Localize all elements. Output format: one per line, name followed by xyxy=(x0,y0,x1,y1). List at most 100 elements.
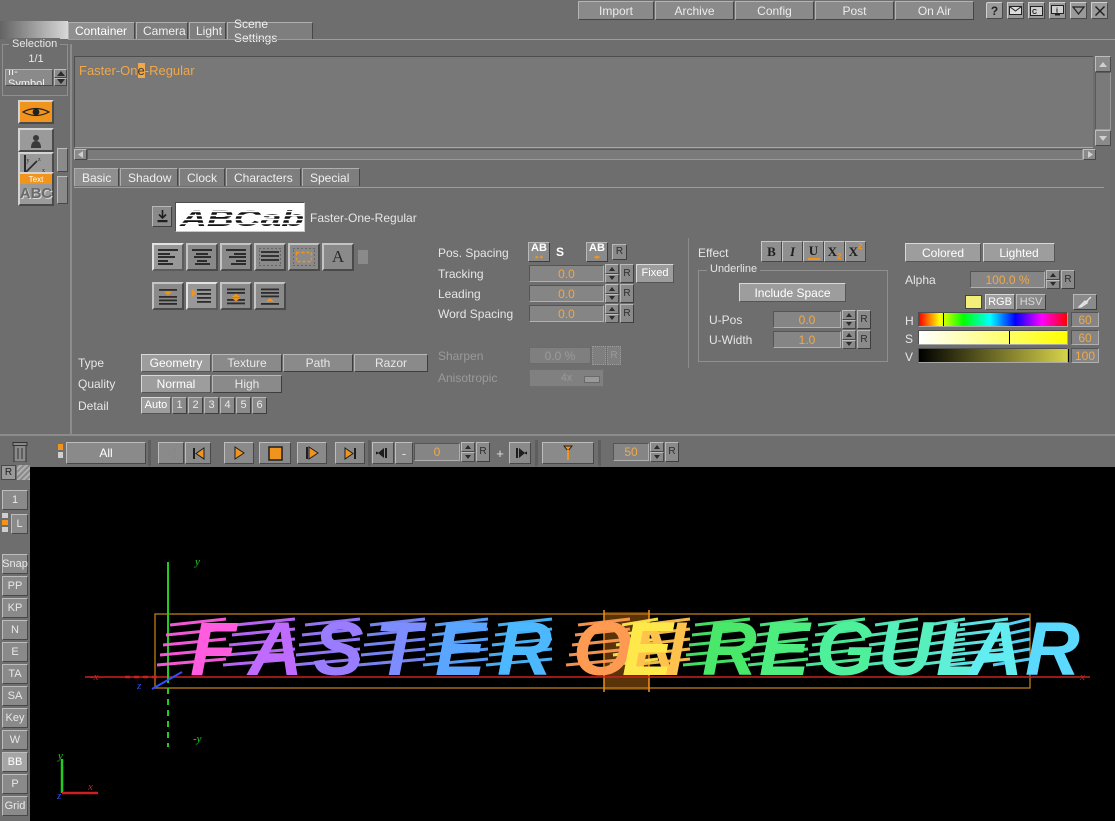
top-button-on-air[interactable]: On Air xyxy=(895,1,974,20)
length-field[interactable]: 50 xyxy=(613,443,649,461)
rail-button-pp[interactable]: PP xyxy=(2,576,28,596)
top-button-import[interactable]: Import xyxy=(578,1,654,20)
word-spacing-spinner-down[interactable] xyxy=(605,313,619,323)
frame-spinner[interactable] xyxy=(461,442,475,462)
frame-field[interactable]: 0 xyxy=(414,443,460,461)
play-icon[interactable] xyxy=(224,442,254,464)
stop-icon[interactable] xyxy=(259,442,291,464)
length-spinner[interactable] xyxy=(650,442,664,462)
leading-field[interactable]: 0.0 xyxy=(529,285,604,302)
top-button-post[interactable]: Post xyxy=(815,1,894,20)
frame-spinner-down[interactable] xyxy=(461,452,475,462)
u-width-spinner-up[interactable] xyxy=(842,330,856,340)
word-spacing-spinner-up[interactable] xyxy=(605,304,619,314)
value-value-field[interactable]: 100 xyxy=(1071,348,1099,363)
lighted-button[interactable]: Lighted xyxy=(983,243,1055,262)
word-spacing-reset-button[interactable]: R xyxy=(620,304,634,323)
tab-light[interactable]: Light xyxy=(189,22,226,39)
u-pos-spinner-down[interactable] xyxy=(842,319,856,329)
frame-minus-button[interactable]: - xyxy=(395,442,413,464)
effect-bold-button[interactable]: B xyxy=(761,241,782,262)
key-next-icon[interactable] xyxy=(509,442,531,464)
detail-2-button[interactable]: 2 xyxy=(188,397,203,414)
align-justify-button[interactable] xyxy=(254,243,286,271)
u-width-reset-button[interactable]: R xyxy=(857,330,871,349)
hsv-mode-button[interactable]: HSV xyxy=(1016,294,1046,310)
vertical-align-baseline-button[interactable] xyxy=(186,282,218,310)
rail-button-sa[interactable]: SA xyxy=(2,686,28,706)
u-width-spinner-down[interactable] xyxy=(842,339,856,349)
tab-scene-settings[interactable]: Scene Settings xyxy=(227,17,313,45)
rail-button-key[interactable]: Key xyxy=(2,708,28,728)
font-style-button[interactable]: A xyxy=(322,243,354,271)
selection-spinner-down[interactable] xyxy=(54,77,67,86)
align-left-button[interactable] xyxy=(152,243,184,271)
top-button-archive[interactable]: Archive xyxy=(655,1,734,20)
u-width-field[interactable]: 1.0 xyxy=(773,331,841,348)
pos-spacing-widen-button[interactable]: AB ◂▸ xyxy=(586,242,608,262)
rail-button-n[interactable]: N xyxy=(2,620,28,640)
subtab-special[interactable]: Special xyxy=(302,168,360,186)
detail-1-button[interactable]: 1 xyxy=(172,397,187,414)
step-back-icon[interactable] xyxy=(158,442,184,464)
rail-button-p[interactable]: P xyxy=(2,774,28,794)
scroll-up-button[interactable] xyxy=(1095,56,1111,72)
tracking-fixed-button[interactable]: Fixed xyxy=(636,264,674,283)
help-icon[interactable]: ? xyxy=(986,2,1003,19)
u-pos-spinner-up[interactable] xyxy=(842,310,856,320)
length-spinner-down[interactable] xyxy=(650,452,664,462)
length-reset-button[interactable]: R xyxy=(665,442,679,462)
rail-button-w[interactable]: W xyxy=(2,730,28,750)
rail-button-snap[interactable]: Snap xyxy=(2,554,28,574)
selection-combo[interactable]: II-Symbol xyxy=(5,69,53,86)
eyedropper-icon[interactable] xyxy=(1073,294,1097,310)
align-overflow-button[interactable] xyxy=(358,250,368,264)
saturation-slider[interactable] xyxy=(918,330,1068,345)
detail-4-button[interactable]: 4 xyxy=(220,397,235,414)
word-spacing-spinner[interactable] xyxy=(605,304,619,323)
word-spacing-field[interactable]: 0.0 xyxy=(529,305,604,322)
frame-reset-button[interactable]: R xyxy=(476,442,490,462)
frame-spinner-up[interactable] xyxy=(461,442,475,452)
text-object-icon[interactable]: Text ABC xyxy=(18,172,54,206)
scroll-left-button[interactable] xyxy=(74,149,87,160)
alpha-spinner[interactable] xyxy=(1046,270,1060,289)
rail-button-bb[interactable]: BB xyxy=(2,752,28,772)
pos-spacing-reset-button[interactable]: R xyxy=(612,244,627,260)
subtab-shadow[interactable]: Shadow xyxy=(120,168,178,186)
quality-normal-button[interactable]: Normal xyxy=(141,375,211,393)
vertical-align-bottom-button[interactable] xyxy=(254,282,286,310)
time-cursor-icon[interactable] xyxy=(542,442,594,464)
u-pos-reset-button[interactable]: R xyxy=(857,310,871,329)
mail-icon[interactable] xyxy=(1007,2,1024,19)
play-to-end-icon[interactable] xyxy=(297,442,327,464)
top-button-config[interactable]: Config xyxy=(735,1,814,20)
detail-6-button[interactable]: 6 xyxy=(252,397,267,414)
rail-button-kp[interactable]: KP xyxy=(2,598,28,618)
minimize-icon[interactable] xyxy=(1070,2,1087,19)
rail-reset-button[interactable]: R xyxy=(1,465,16,480)
length-spinner-up[interactable] xyxy=(650,442,664,452)
rail-button-e[interactable]: E xyxy=(2,642,28,662)
console-icon[interactable]: C xyxy=(1028,2,1045,19)
tracking-field[interactable]: 0.0 xyxy=(529,265,604,282)
tracking-spinner-up[interactable] xyxy=(605,264,619,274)
subtab-clock[interactable]: Clock xyxy=(179,168,225,186)
scroll-vertical-track[interactable] xyxy=(1095,72,1111,130)
effect-underline-button[interactable]: U xyxy=(803,241,824,262)
frame-plus-button[interactable]: + xyxy=(491,442,509,464)
effect-superscript-button[interactable]: X2 xyxy=(845,241,866,262)
color-swatch[interactable] xyxy=(965,295,982,309)
effect-subscript-button[interactable]: X2 xyxy=(824,241,845,262)
text-box-button[interactable] xyxy=(288,243,320,271)
hue-value-field[interactable]: 60 xyxy=(1071,312,1099,327)
leading-spinner-down[interactable] xyxy=(605,293,619,303)
pos-spacing-tighten-button[interactable]: AB ▸◂ xyxy=(528,242,550,262)
subtab-characters[interactable]: Characters xyxy=(226,168,301,186)
viewport-3d[interactable]: y -y -x x z F A S T E R O N R E G U L A … xyxy=(30,467,1115,821)
axis-lock-button[interactable] xyxy=(57,148,68,172)
saturation-value-field[interactable]: 60 xyxy=(1071,330,1099,345)
tracking-spinner-down[interactable] xyxy=(605,273,619,283)
editor-horizontal-scrollbar[interactable] xyxy=(74,149,1096,160)
tracking-reset-button[interactable]: R xyxy=(620,264,634,283)
